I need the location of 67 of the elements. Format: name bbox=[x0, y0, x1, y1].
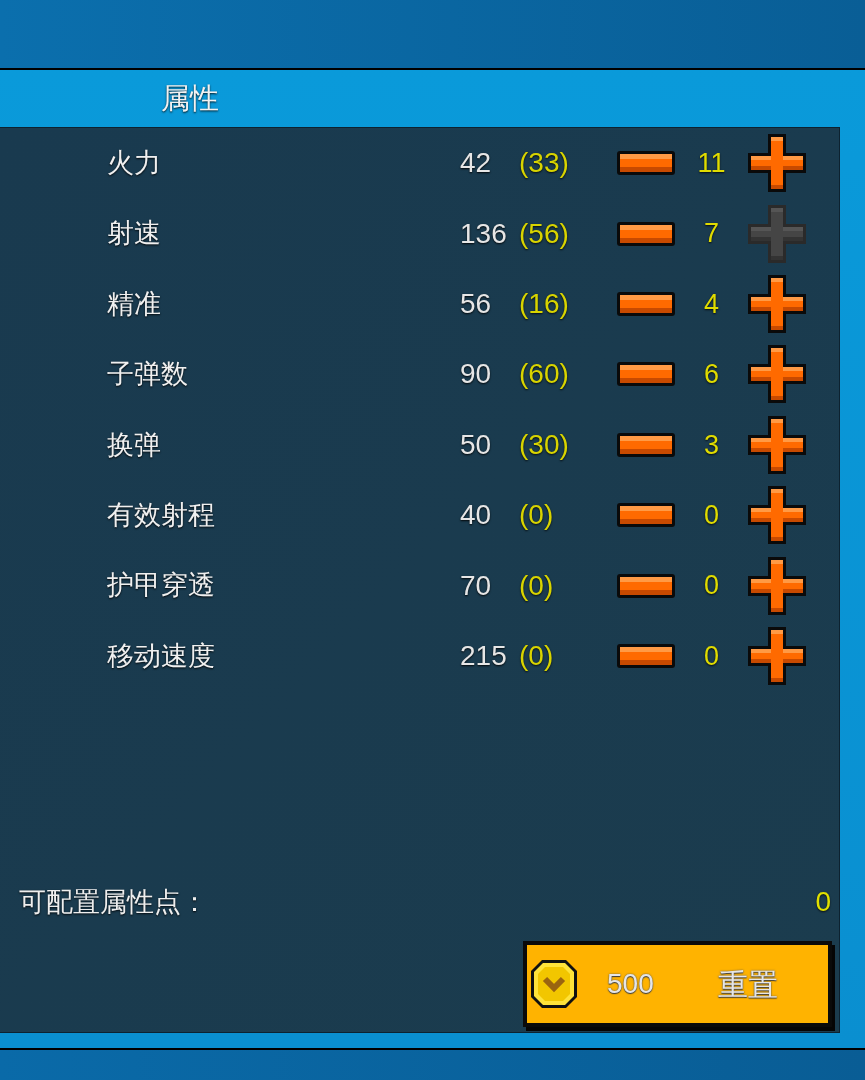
plus-icon bbox=[748, 415, 806, 474]
attribute-name: 换弹 bbox=[107, 428, 161, 462]
plus-button[interactable] bbox=[748, 556, 806, 615]
plus-button[interactable] bbox=[748, 274, 806, 333]
plus-icon bbox=[748, 486, 806, 545]
attribute-value: 136 bbox=[460, 216, 507, 251]
attribute-bonus: (0) bbox=[519, 638, 554, 673]
attribute-name: 有效射程 bbox=[107, 498, 215, 532]
plus-button[interactable] bbox=[748, 345, 806, 404]
assigned-points: 3 bbox=[704, 428, 719, 462]
minus-button[interactable] bbox=[617, 643, 675, 668]
attribute-value: 70 bbox=[460, 568, 492, 603]
plus-icon bbox=[748, 345, 806, 404]
minus-button[interactable] bbox=[617, 573, 675, 598]
plus-icon bbox=[748, 274, 806, 333]
minus-button[interactable] bbox=[617, 151, 675, 176]
available-points-label: 可配置属性点： bbox=[19, 885, 208, 919]
minus-button[interactable] bbox=[617, 432, 675, 457]
plus-button[interactable] bbox=[748, 134, 806, 193]
available-points-value: 0 bbox=[815, 885, 831, 919]
minus-icon bbox=[617, 573, 675, 598]
attribute-name: 护甲穿透 bbox=[107, 569, 215, 603]
minus-icon bbox=[617, 151, 675, 176]
assigned-points: 7 bbox=[704, 217, 719, 251]
attribute-value: 42 bbox=[460, 146, 492, 181]
panel-title: 属性 bbox=[161, 80, 219, 116]
minus-icon bbox=[617, 432, 675, 457]
attribute-name: 精准 bbox=[107, 287, 161, 321]
attribute-name: 射速 bbox=[107, 217, 161, 251]
plus-icon bbox=[748, 556, 806, 615]
attribute-bonus: (30) bbox=[519, 427, 569, 462]
attribute-bonus: (0) bbox=[519, 568, 554, 603]
assigned-points: 0 bbox=[704, 639, 719, 673]
minus-button[interactable] bbox=[617, 221, 675, 246]
assigned-points: 11 bbox=[697, 146, 726, 180]
minus-button[interactable] bbox=[617, 362, 675, 387]
attribute-value: 90 bbox=[460, 357, 492, 392]
minus-button[interactable] bbox=[617, 291, 675, 316]
attribute-bonus: (16) bbox=[519, 286, 569, 321]
attribute-name: 移动速度 bbox=[107, 639, 215, 673]
assigned-points: 6 bbox=[704, 358, 719, 392]
attribute-name: 火力 bbox=[107, 146, 161, 180]
plus-icon bbox=[748, 204, 806, 263]
attribute-value: 56 bbox=[460, 286, 492, 321]
assigned-points: 0 bbox=[704, 498, 719, 532]
minus-icon bbox=[617, 291, 675, 316]
plus-icon bbox=[748, 626, 806, 685]
plus-button[interactable] bbox=[748, 626, 806, 685]
assigned-points: 4 bbox=[704, 287, 719, 321]
attribute-value: 40 bbox=[460, 498, 492, 533]
assigned-points: 0 bbox=[704, 569, 719, 603]
attribute-bonus: (33) bbox=[519, 146, 569, 181]
plus-button[interactable] bbox=[748, 415, 806, 474]
attribute-bonus: (0) bbox=[519, 498, 554, 533]
minus-button[interactable] bbox=[617, 503, 675, 528]
attribute-value: 50 bbox=[460, 427, 492, 462]
coin-icon bbox=[530, 959, 578, 1009]
attribute-bonus: (60) bbox=[519, 357, 569, 392]
plus-icon bbox=[748, 134, 806, 193]
attribute-value: 215 bbox=[460, 638, 507, 673]
minus-icon bbox=[617, 362, 675, 387]
minus-icon bbox=[617, 503, 675, 528]
attribute-bonus: (56) bbox=[519, 216, 569, 251]
minus-icon bbox=[617, 221, 675, 246]
attribute-name: 子弹数 bbox=[107, 358, 188, 392]
minus-icon bbox=[617, 643, 675, 668]
plus-button[interactable] bbox=[748, 486, 806, 545]
